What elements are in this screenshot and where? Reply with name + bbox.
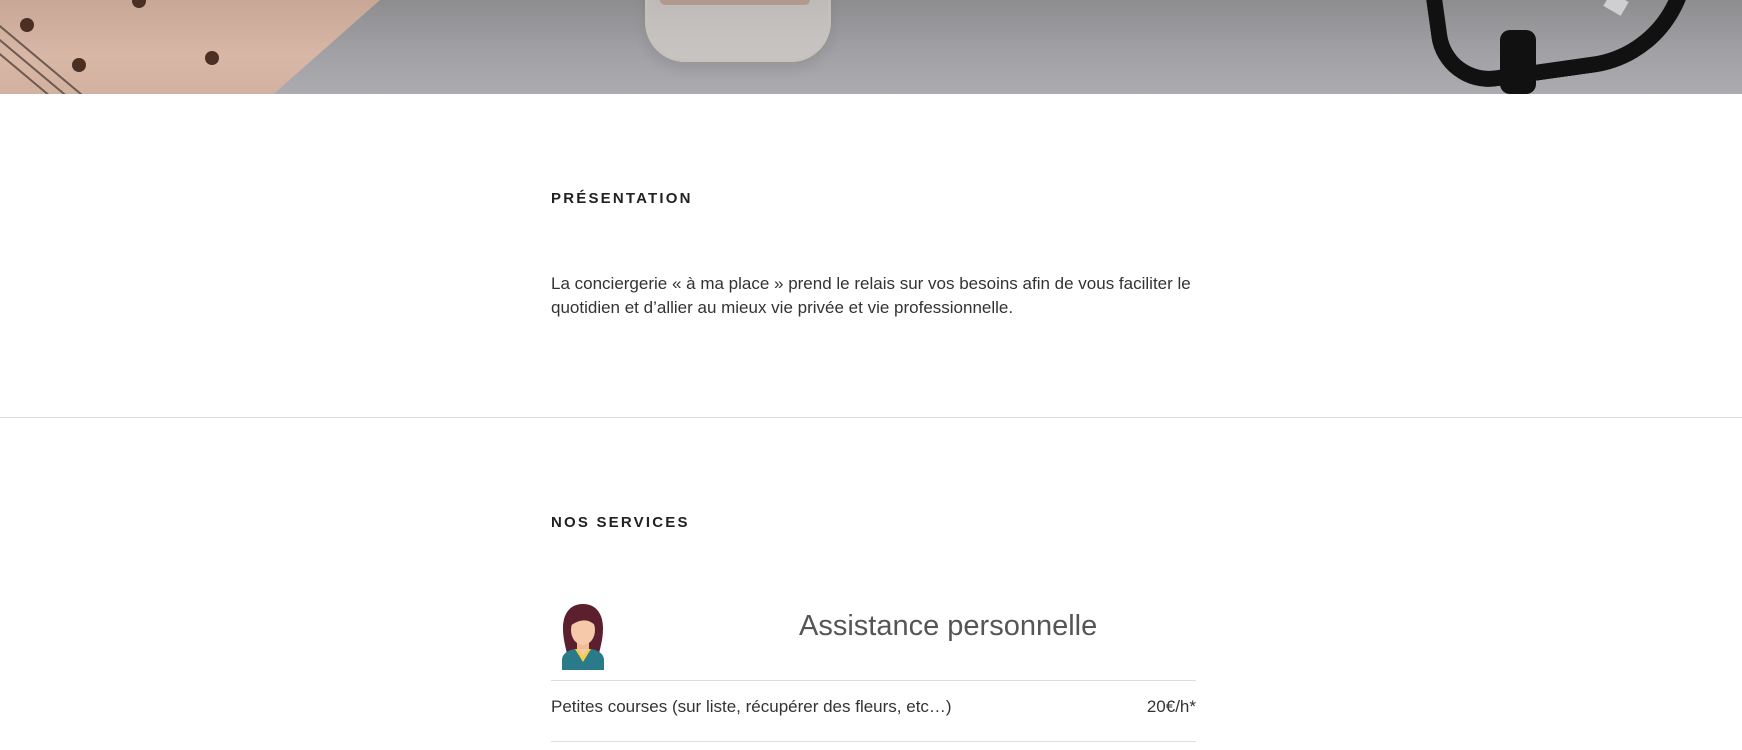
hero-dot <box>20 18 34 32</box>
hero-glasses-stem <box>1500 30 1536 94</box>
presentation-text: La conciergerie « à ma place » prend le … <box>551 274 1191 317</box>
hero-dot <box>205 51 219 65</box>
hero-bottle <box>645 0 831 62</box>
hero-notebook-edge <box>0 0 100 94</box>
service-category-heading: Assistance personnelle <box>799 610 1098 642</box>
service-item-label: Petites courses (sur liste, récupérer de… <box>551 697 952 716</box>
hero-dot <box>72 58 86 72</box>
section-divider <box>0 417 1742 418</box>
service-item-price: 20€/h* <box>1146 697 1196 716</box>
hero-bottle-inner <box>660 0 810 5</box>
hero-image <box>0 0 1742 94</box>
service-row: Petites courses (sur liste, récupérer de… <box>551 697 1196 742</box>
services-title: NOS SERVICES <box>551 514 690 531</box>
presentation-title: PRÉSENTATION <box>551 190 693 207</box>
hero-glasses <box>1423 0 1709 94</box>
service-category-header: Assistance personnelle <box>551 596 1196 681</box>
